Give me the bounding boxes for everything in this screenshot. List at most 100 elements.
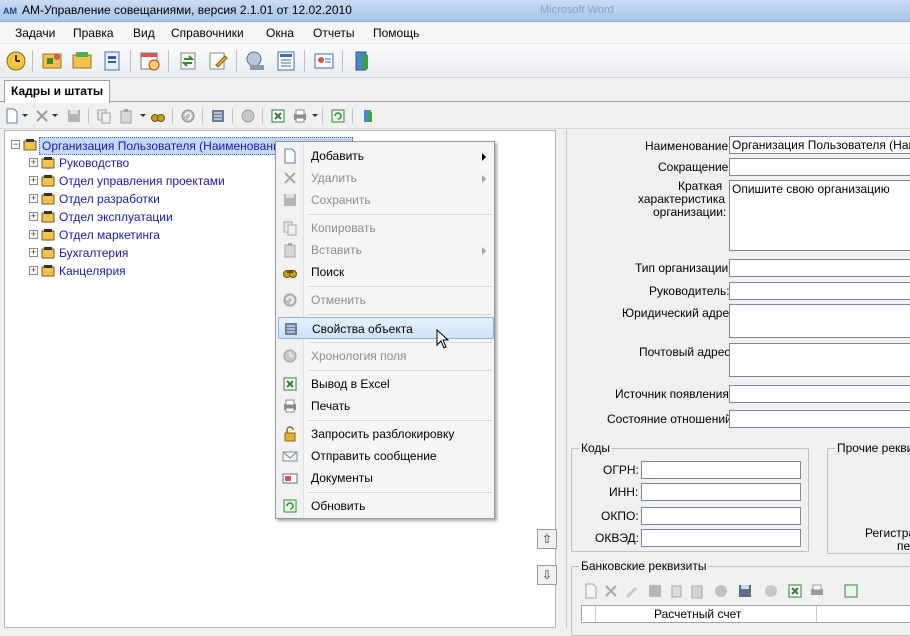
short-field[interactable] (729, 158, 910, 176)
move-down-button[interactable]: ⇩ (537, 565, 557, 585)
menu-item-excel[interactable]: Вывод в Excel (278, 373, 494, 395)
name-field[interactable]: Организация Пользователя (Наим (729, 136, 910, 154)
edit-icon[interactable] (623, 583, 639, 599)
description-field[interactable]: Опишите свою организацию (729, 180, 910, 251)
new-document-icon[interactable] (4, 108, 20, 124)
menu-references[interactable]: Справочники (171, 26, 244, 40)
printer-icon[interactable] (809, 583, 825, 599)
binoculars-icon (282, 264, 298, 280)
menu-item-refresh[interactable]: Обновить (278, 495, 494, 517)
legal-address-field[interactable] (729, 304, 910, 338)
menu-item-undo[interactable]: Отменить (278, 289, 494, 311)
sync-icon[interactable] (176, 49, 200, 73)
undo-icon[interactable] (713, 583, 729, 599)
properties-panel: Наименование: Организация Пользователя (… (566, 130, 910, 636)
window-title: AM-Управление совещаниями, версия 2.1.01… (22, 3, 352, 17)
inn-field[interactable] (641, 483, 801, 501)
save-floppy-icon (282, 192, 298, 208)
unlock-icon (282, 426, 298, 442)
menu-item-history[interactable]: Хронология поля (278, 345, 494, 367)
save-floppy-icon[interactable] (737, 583, 753, 599)
menu-view[interactable]: Вид (133, 26, 155, 40)
menu-item-properties[interactable]: Свойства объекта (278, 317, 494, 339)
postal-address-field[interactable] (729, 343, 910, 377)
save-floppy-icon[interactable] (66, 108, 82, 124)
refresh-icon[interactable] (843, 583, 859, 599)
reg-label-1: Регистра (865, 526, 910, 540)
menu-item-print[interactable]: Печать (278, 395, 494, 417)
okved-field[interactable] (641, 529, 801, 547)
source-label: Источник появления: (615, 387, 733, 401)
history-icon[interactable] (240, 108, 256, 124)
exit-icon[interactable] (350, 49, 374, 73)
menu-item-add[interactable]: Добавить (278, 145, 494, 167)
expand-icon[interactable]: + (29, 158, 38, 167)
printer-icon (282, 398, 298, 414)
menu-help[interactable]: Помощь (373, 26, 419, 40)
refresh-icon (282, 498, 298, 514)
expand-icon[interactable]: + (29, 176, 38, 185)
postal-address-label: Почтовый адрес: (639, 345, 734, 359)
source-field[interactable] (729, 385, 910, 403)
collapse-icon[interactable]: − (11, 140, 20, 149)
submenu-arrow-icon (482, 247, 486, 255)
excel-icon[interactable] (270, 108, 286, 124)
head-field[interactable] (729, 282, 910, 300)
document-list-icon[interactable] (274, 49, 298, 73)
expand-icon[interactable]: + (29, 248, 38, 257)
new-document-icon[interactable] (583, 583, 599, 599)
save-floppy-icon[interactable] (647, 583, 663, 599)
archive-icon[interactable] (70, 49, 94, 73)
ogrn-field[interactable] (641, 461, 801, 479)
copy-icon[interactable] (96, 108, 112, 124)
relation-field[interactable] (729, 410, 910, 428)
network-icon[interactable] (244, 49, 268, 73)
paste-icon[interactable] (118, 108, 134, 124)
expand-icon[interactable]: + (29, 230, 38, 239)
tab-strip: Кадры и штаты (0, 78, 910, 103)
expand-icon[interactable]: + (29, 194, 38, 203)
paste-icon[interactable] (689, 583, 705, 599)
history-icon[interactable] (763, 583, 779, 599)
expand-icon[interactable]: + (29, 266, 38, 275)
exit-icon[interactable] (360, 108, 376, 124)
contacts-icon[interactable] (312, 49, 336, 73)
tab-staff[interactable]: Кадры и штаты (4, 80, 111, 103)
envelope-icon (282, 448, 298, 464)
printer-icon[interactable] (292, 108, 308, 124)
menu-item-save[interactable]: Сохранить (278, 189, 494, 211)
menu-edit[interactable]: Правка (73, 26, 114, 40)
menu-windows[interactable]: Окна (266, 26, 294, 40)
tasks-clock-icon[interactable] (4, 49, 28, 73)
delete-x-icon[interactable] (34, 108, 50, 124)
menu-reports[interactable]: Отчеты (313, 26, 354, 40)
menu-item-search[interactable]: Поиск (278, 261, 494, 283)
copy-icon[interactable] (669, 583, 685, 599)
delete-x-icon (282, 170, 298, 186)
menu-tasks[interactable]: Задачи (15, 26, 55, 40)
binoculars-icon[interactable] (150, 108, 166, 124)
main-toolbar (0, 44, 910, 78)
staff-icon[interactable] (40, 49, 64, 73)
expand-icon[interactable]: + (29, 212, 38, 221)
okpo-field[interactable] (641, 507, 801, 525)
edit-icon[interactable] (206, 49, 230, 73)
excel-icon[interactable] (787, 583, 803, 599)
menu-item-paste[interactable]: Вставить (278, 239, 494, 261)
title-bar: AM AM-Управление совещаниями, версия 2.1… (0, 0, 910, 22)
arrow-up-icon: ⇧ (541, 532, 553, 546)
type-field[interactable] (729, 259, 910, 277)
delete-x-icon[interactable] (603, 583, 619, 599)
card-icon[interactable] (100, 49, 124, 73)
calendar-clock-icon[interactable] (138, 49, 162, 73)
undo-icon[interactable] (180, 108, 196, 124)
menu-item-documents[interactable]: Документы (278, 467, 494, 489)
menu-item-delete[interactable]: Удалить (278, 167, 494, 189)
menu-item-copy[interactable]: Копировать (278, 217, 494, 239)
account-column-header[interactable]: Расчетный счет (654, 607, 741, 621)
refresh-icon[interactable] (330, 108, 346, 124)
menu-item-unlock-request[interactable]: Запросить разблокировку (278, 423, 494, 445)
properties-icon[interactable] (210, 108, 226, 124)
move-up-button[interactable]: ⇧ (537, 529, 557, 549)
menu-item-send-message[interactable]: Отправить сообщение (278, 445, 494, 467)
